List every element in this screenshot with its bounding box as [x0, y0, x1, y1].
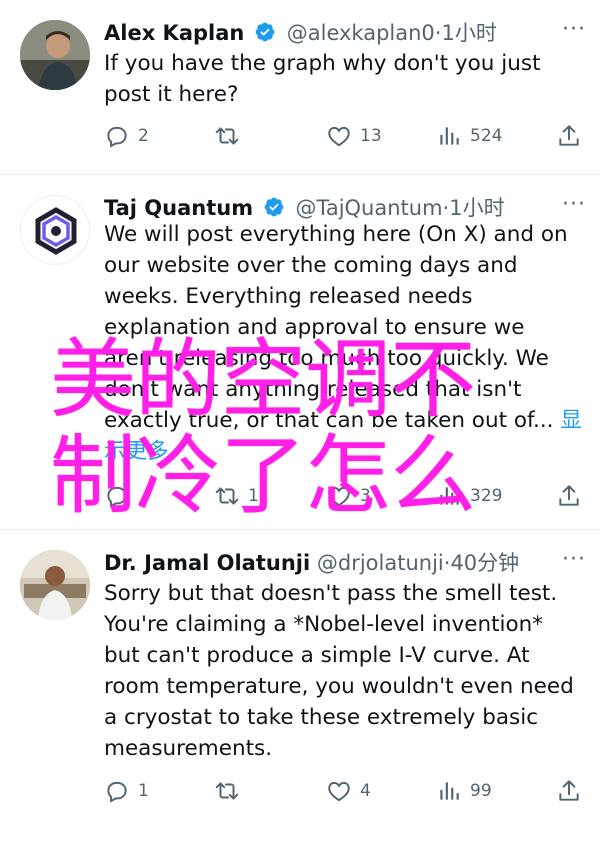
tweet-actions: 1 4 99 [104, 776, 584, 806]
tweet-header: Alex Kaplan @alexkaplan0·1小时 [104, 16, 497, 50]
timestamp[interactable]: 1小时 [441, 21, 496, 45]
retweet-icon [215, 127, 239, 145]
tweet[interactable]: Dr. Jamal Olatunji @drjolatunji·40分钟 ···… [0, 530, 600, 847]
author-name[interactable]: Dr. Jamal Olatunji [104, 551, 310, 575]
views-button[interactable]: 99 [436, 776, 492, 806]
more-options-icon[interactable]: ··· [562, 191, 586, 219]
retweet-button[interactable] [214, 121, 248, 151]
tweet-actions: 2 13 524 [104, 121, 584, 151]
share-button[interactable] [556, 776, 590, 806]
reply-icon [107, 781, 127, 803]
share-icon [559, 780, 579, 801]
views-count: 524 [470, 126, 503, 146]
like-count: 4 [360, 781, 371, 801]
like-button[interactable]: 13 [326, 121, 382, 151]
retweet-icon [215, 782, 239, 800]
tweet-body: Sorry but that doesn't pass the smell te… [104, 581, 574, 761]
views-button[interactable]: 524 [436, 121, 502, 151]
share-button[interactable] [556, 121, 590, 151]
retweet-button[interactable] [214, 776, 248, 806]
tweet[interactable]: Alex Kaplan @alexkaplan0·1小时 ··· If you … [0, 0, 600, 175]
more-options-icon[interactable]: ··· [562, 546, 586, 574]
tweet-text: If you have the graph why don't you just… [104, 48, 584, 110]
author-name[interactable]: Taj Quantum [104, 196, 253, 220]
avatar[interactable] [20, 195, 90, 265]
tweet-header: Dr. Jamal Olatunji @drjolatunji·40分钟 [104, 546, 519, 580]
verified-badge-icon [264, 197, 284, 217]
reply-icon [107, 126, 127, 148]
reply-button[interactable]: 1 [104, 776, 149, 806]
author-name[interactable]: Alex Kaplan [104, 21, 244, 45]
timestamp[interactable]: 40分钟 [450, 551, 519, 575]
avatar[interactable] [20, 20, 90, 90]
views-chart-icon [440, 127, 459, 145]
author-handle[interactable]: @TajQuantum [295, 196, 442, 220]
views-count: 99 [470, 781, 492, 801]
more-options-icon[interactable]: ··· [562, 16, 586, 44]
author-handle[interactable]: @drjolatunji [317, 551, 444, 575]
like-button[interactable]: 4 [326, 776, 371, 806]
views-chart-icon [440, 782, 459, 800]
tweet-body: If you have the graph why don't you just… [104, 51, 541, 107]
reply-count: 1 [138, 781, 149, 801]
tweet-text: Sorry but that doesn't pass the smell te… [104, 578, 584, 764]
reply-button[interactable]: 2 [104, 121, 149, 151]
timestamp[interactable]: 1小时 [449, 196, 504, 220]
verified-badge-icon [255, 22, 275, 42]
heart-icon [328, 781, 350, 802]
author-handle[interactable]: @alexkaplan0 [287, 21, 435, 45]
reply-count: 2 [138, 126, 149, 146]
overlay-caption: 美的空调不 制冷了怎么 [50, 330, 476, 526]
avatar[interactable] [20, 550, 90, 620]
share-icon [559, 125, 579, 146]
heart-icon [328, 126, 350, 147]
like-count: 13 [360, 126, 382, 146]
